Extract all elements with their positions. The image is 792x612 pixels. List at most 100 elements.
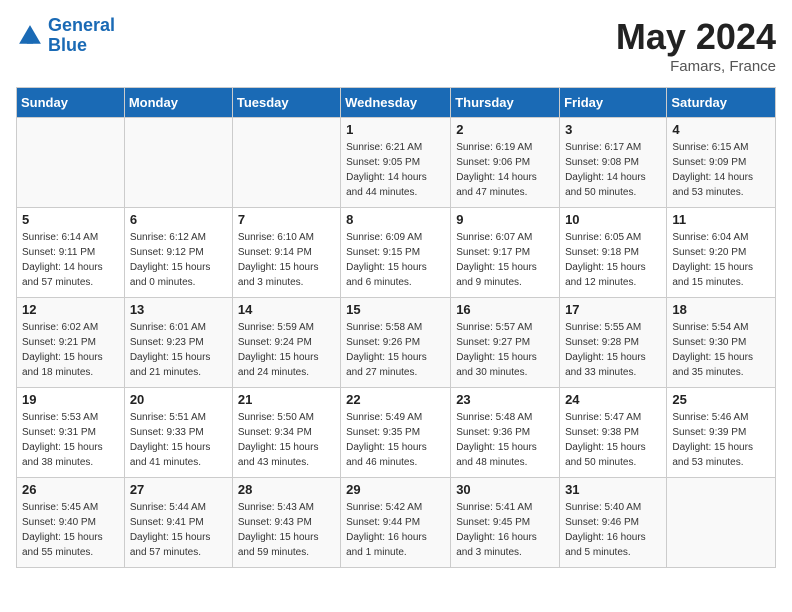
day-info: Sunrise: 6:14 AMSunset: 9:11 PMDaylight:… xyxy=(22,230,119,290)
calendar-day-cell: 15 Sunrise: 5:58 AMSunset: 9:26 PMDayligh… xyxy=(341,298,451,388)
calendar-day-cell: 9 Sunrise: 6:07 AMSunset: 9:17 PMDaylight… xyxy=(451,208,560,298)
calendar-day-cell: 16 Sunrise: 5:57 AMSunset: 9:27 PMDayligh… xyxy=(451,298,560,388)
calendar-day-cell: 21 Sunrise: 5:50 AMSunset: 9:34 PMDayligh… xyxy=(232,388,340,478)
weekday-header-cell: Thursday xyxy=(451,88,560,118)
day-number: 10 xyxy=(565,212,661,227)
day-info: Sunrise: 5:58 AMSunset: 9:26 PMDaylight:… xyxy=(346,320,445,380)
day-info: Sunrise: 6:12 AMSunset: 9:12 PMDaylight:… xyxy=(130,230,227,290)
calendar-day-cell: 17 Sunrise: 5:55 AMSunset: 9:28 PMDayligh… xyxy=(560,298,667,388)
logo-icon xyxy=(16,22,44,50)
calendar-day-cell: 6 Sunrise: 6:12 AMSunset: 9:12 PMDaylight… xyxy=(124,208,232,298)
day-info: Sunrise: 6:15 AMSunset: 9:09 PMDaylight:… xyxy=(672,140,770,200)
calendar-day-cell: 24 Sunrise: 5:47 AMSunset: 9:38 PMDayligh… xyxy=(560,388,667,478)
weekday-header-cell: Sunday xyxy=(17,88,125,118)
calendar-day-cell: 5 Sunrise: 6:14 AMSunset: 9:11 PMDaylight… xyxy=(17,208,125,298)
weekday-header-cell: Wednesday xyxy=(341,88,451,118)
calendar-week-row: 19Sunrise: 5:53 AMSunset: 9:31 PMDayligh… xyxy=(17,388,776,478)
day-number: 17 xyxy=(565,302,661,317)
day-number: 6 xyxy=(130,212,227,227)
day-info: Sunrise: 6:01 AMSunset: 9:23 PMDaylight:… xyxy=(130,320,227,380)
day-info: Sunrise: 5:51 AMSunset: 9:33 PMDaylight:… xyxy=(130,410,227,470)
day-number: 13 xyxy=(130,302,227,317)
day-number: 14 xyxy=(238,302,335,317)
day-info: Sunrise: 5:48 AMSunset: 9:36 PMDaylight:… xyxy=(456,410,554,470)
calendar-day-cell: 31 Sunrise: 5:40 AMSunset: 9:46 PMDayligh… xyxy=(560,478,667,568)
day-info: Sunrise: 5:44 AMSunset: 9:41 PMDaylight:… xyxy=(130,500,227,560)
day-number: 23 xyxy=(456,392,554,407)
day-number: 31 xyxy=(565,482,661,497)
day-number: 4 xyxy=(672,122,770,137)
day-number: 26 xyxy=(22,482,119,497)
day-number: 21 xyxy=(238,392,335,407)
day-number: 28 xyxy=(238,482,335,497)
day-number: 29 xyxy=(346,482,445,497)
month-title: May 2024 xyxy=(616,16,776,58)
day-info: Sunrise: 5:45 AMSunset: 9:40 PMDaylight:… xyxy=(22,500,119,560)
day-info: Sunrise: 6:07 AMSunset: 9:17 PMDaylight:… xyxy=(456,230,554,290)
day-info: Sunrise: 6:05 AMSunset: 9:18 PMDaylight:… xyxy=(565,230,661,290)
day-number: 16 xyxy=(456,302,554,317)
day-info: Sunrise: 6:02 AMSunset: 9:21 PMDaylight:… xyxy=(22,320,119,380)
day-number: 12 xyxy=(22,302,119,317)
day-number: 24 xyxy=(565,392,661,407)
location: Famars, France xyxy=(616,58,776,75)
calendar-day-cell: 3 Sunrise: 6:17 AMSunset: 9:08 PMDaylight… xyxy=(560,118,667,208)
day-info: Sunrise: 5:41 AMSunset: 9:45 PMDaylight:… xyxy=(456,500,554,560)
calendar-day-cell: 27 Sunrise: 5:44 AMSunset: 9:41 PMDayligh… xyxy=(124,478,232,568)
day-number: 9 xyxy=(456,212,554,227)
day-info: Sunrise: 6:19 AMSunset: 9:06 PMDaylight:… xyxy=(456,140,554,200)
day-info: Sunrise: 5:47 AMSunset: 9:38 PMDaylight:… xyxy=(565,410,661,470)
calendar-day-cell: 8 Sunrise: 6:09 AMSunset: 9:15 PMDaylight… xyxy=(341,208,451,298)
day-number: 22 xyxy=(346,392,445,407)
day-number: 27 xyxy=(130,482,227,497)
day-number: 1 xyxy=(346,122,445,137)
weekday-header-cell: Saturday xyxy=(667,88,776,118)
day-info: Sunrise: 5:59 AMSunset: 9:24 PMDaylight:… xyxy=(238,320,335,380)
calendar-day-cell: 28 Sunrise: 5:43 AMSunset: 9:43 PMDayligh… xyxy=(232,478,340,568)
day-info: Sunrise: 5:53 AMSunset: 9:31 PMDaylight:… xyxy=(22,410,119,470)
calendar-week-row: 5 Sunrise: 6:14 AMSunset: 9:11 PMDaylight… xyxy=(17,208,776,298)
day-number: 3 xyxy=(565,122,661,137)
calendar-day-cell: 26 Sunrise: 5:45 AMSunset: 9:40 PMDayligh… xyxy=(17,478,125,568)
day-info: Sunrise: 6:10 AMSunset: 9:14 PMDaylight:… xyxy=(238,230,335,290)
day-info: Sunrise: 6:17 AMSunset: 9:08 PMDaylight:… xyxy=(565,140,661,200)
day-info: Sunrise: 5:43 AMSunset: 9:43 PMDaylight:… xyxy=(238,500,335,560)
day-number: 25 xyxy=(672,392,770,407)
calendar-day-cell: 19Sunrise: 5:53 AMSunset: 9:31 PMDayligh… xyxy=(17,388,125,478)
calendar-day-cell: 25 Sunrise: 5:46 AMSunset: 9:39 PMDayligh… xyxy=(667,388,776,478)
logo: General Blue xyxy=(16,16,115,56)
calendar-day-cell: 23 Sunrise: 5:48 AMSunset: 9:36 PMDayligh… xyxy=(451,388,560,478)
weekday-header-cell: Monday xyxy=(124,88,232,118)
day-number: 2 xyxy=(456,122,554,137)
day-info: Sunrise: 5:50 AMSunset: 9:34 PMDaylight:… xyxy=(238,410,335,470)
day-info: Sunrise: 5:46 AMSunset: 9:39 PMDaylight:… xyxy=(672,410,770,470)
calendar-table: SundayMondayTuesdayWednesdayThursdayFrid… xyxy=(16,87,776,568)
calendar-day-cell: 10 Sunrise: 6:05 AMSunset: 9:18 PMDayligh… xyxy=(560,208,667,298)
calendar-day-cell xyxy=(124,118,232,208)
day-info: Sunrise: 6:04 AMSunset: 9:20 PMDaylight:… xyxy=(672,230,770,290)
calendar-day-cell: 2 Sunrise: 6:19 AMSunset: 9:06 PMDaylight… xyxy=(451,118,560,208)
logo-text: General Blue xyxy=(48,16,115,56)
calendar-day-cell xyxy=(232,118,340,208)
day-info: Sunrise: 5:40 AMSunset: 9:46 PMDaylight:… xyxy=(565,500,661,560)
day-info: Sunrise: 5:57 AMSunset: 9:27 PMDaylight:… xyxy=(456,320,554,380)
calendar-day-cell: 29Sunrise: 5:42 AMSunset: 9:44 PMDayligh… xyxy=(341,478,451,568)
calendar-day-cell: 18Sunrise: 5:54 AMSunset: 9:30 PMDayligh… xyxy=(667,298,776,388)
day-info: Sunrise: 5:55 AMSunset: 9:28 PMDaylight:… xyxy=(565,320,661,380)
day-info: Sunrise: 6:09 AMSunset: 9:15 PMDaylight:… xyxy=(346,230,445,290)
calendar-day-cell: 12 Sunrise: 6:02 AMSunset: 9:21 PMDayligh… xyxy=(17,298,125,388)
day-number: 11 xyxy=(672,212,770,227)
calendar-week-row: 26 Sunrise: 5:45 AMSunset: 9:40 PMDayligh… xyxy=(17,478,776,568)
day-number: 30 xyxy=(456,482,554,497)
calendar-day-cell: 11 Sunrise: 6:04 AMSunset: 9:20 PMDayligh… xyxy=(667,208,776,298)
weekday-header-cell: Friday xyxy=(560,88,667,118)
day-info: Sunrise: 5:54 AMSunset: 9:30 PMDaylight:… xyxy=(672,320,770,380)
calendar-day-cell: 1Sunrise: 6:21 AMSunset: 9:05 PMDaylight… xyxy=(341,118,451,208)
day-number: 15 xyxy=(346,302,445,317)
day-number: 20 xyxy=(130,392,227,407)
day-number: 5 xyxy=(22,212,119,227)
day-number: 8 xyxy=(346,212,445,227)
calendar-day-cell: 4 Sunrise: 6:15 AMSunset: 9:09 PMDaylight… xyxy=(667,118,776,208)
calendar-day-cell: 14 Sunrise: 5:59 AMSunset: 9:24 PMDayligh… xyxy=(232,298,340,388)
weekday-header-cell: Tuesday xyxy=(232,88,340,118)
